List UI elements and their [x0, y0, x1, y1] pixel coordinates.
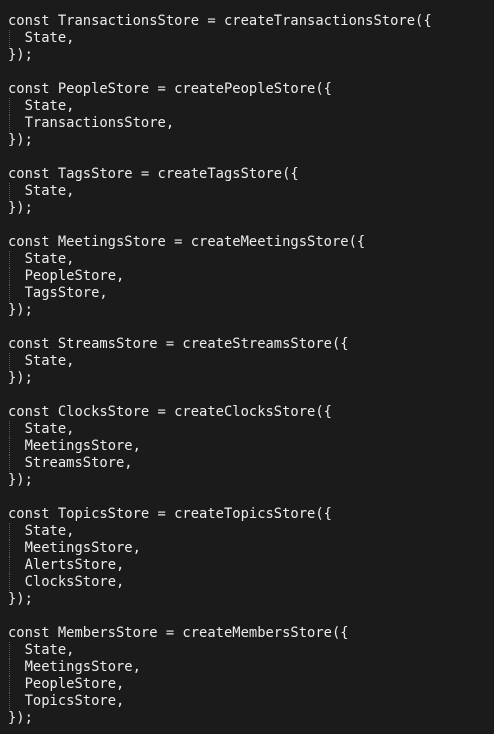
code-content[interactable]: const TransactionsStore = createTransact…	[8, 13, 432, 727]
indent-guide	[9, 285, 10, 302]
code-line: State,	[8, 30, 432, 47]
indent-guide	[9, 421, 10, 438]
code-line: MeetingsStore,	[8, 438, 432, 455]
code-arg: MeetingsStore,	[24, 659, 141, 675]
indent-guide	[9, 574, 10, 591]
indent-guide	[9, 642, 10, 659]
code-line: });	[8, 472, 33, 488]
code-line: State,	[8, 523, 432, 540]
code-line: const TagsStore = createTagsStore({	[8, 166, 299, 182]
code-line: PeopleStore,	[8, 676, 432, 693]
code-arg: State,	[24, 30, 75, 46]
indent-guide	[9, 115, 10, 132]
code-line: State,	[8, 421, 432, 438]
indent-guide	[9, 540, 10, 557]
indent-guide	[9, 183, 10, 200]
code-arg: MeetingsStore,	[24, 540, 141, 556]
code-line: });	[8, 370, 33, 386]
code-line: const TopicsStore = createTopicsStore({	[8, 506, 332, 522]
code-line: MeetingsStore,	[8, 659, 432, 676]
code-line: PeopleStore,	[8, 268, 432, 285]
indent-guide	[9, 268, 10, 285]
code-arg: StreamsStore,	[24, 455, 133, 471]
code-arg: State,	[24, 642, 75, 658]
code-line: });	[8, 302, 33, 318]
indent-guide	[9, 523, 10, 540]
code-line: });	[8, 591, 33, 607]
indent-guide	[9, 98, 10, 115]
code-arg: TopicsStore,	[24, 693, 125, 709]
code-arg: PeopleStore,	[24, 268, 125, 284]
code-arg: ClocksStore,	[24, 574, 125, 590]
code-arg: State,	[24, 353, 75, 369]
indent-guide	[9, 455, 10, 472]
indent-guide	[9, 30, 10, 47]
code-arg: State,	[24, 183, 75, 199]
code-line: ClocksStore,	[8, 574, 432, 591]
code-line: const StreamsStore = createStreamsStore(…	[8, 336, 349, 352]
indent-guide	[9, 659, 10, 676]
indent-guide	[9, 676, 10, 693]
code-line: State,	[8, 642, 432, 659]
code-line: TransactionsStore,	[8, 115, 432, 132]
code-arg: TransactionsStore,	[24, 115, 175, 131]
code-line: const ClocksStore = createClocksStore({	[8, 404, 332, 420]
indent-guide	[9, 251, 10, 268]
code-line: State,	[8, 183, 432, 200]
code-line: State,	[8, 98, 432, 115]
code-line: });	[8, 710, 33, 726]
code-line: const MeetingsStore = createMeetingsStor…	[8, 234, 366, 250]
code-arg: PeopleStore,	[24, 676, 125, 692]
code-arg: State,	[24, 251, 75, 267]
code-line: });	[8, 47, 33, 63]
code-line: const MembersStore = createMembersStore(…	[8, 625, 349, 641]
code-line: State,	[8, 251, 432, 268]
code-arg: State,	[24, 98, 75, 114]
code-line: AlertsStore,	[8, 557, 432, 574]
code-line: const TransactionsStore = createTransact…	[8, 13, 432, 29]
code-line: TopicsStore,	[8, 693, 432, 710]
code-line: });	[8, 132, 33, 148]
code-arg: AlertsStore,	[24, 557, 125, 573]
code-arg: TagsStore,	[24, 285, 108, 301]
code-arg: MeetingsStore,	[24, 438, 141, 454]
code-line: State,	[8, 353, 432, 370]
code-line: });	[8, 200, 33, 216]
code-line: TagsStore,	[8, 285, 432, 302]
code-line: MeetingsStore,	[8, 540, 432, 557]
code-arg: State,	[24, 523, 75, 539]
indent-guide	[9, 438, 10, 455]
indent-guide	[9, 693, 10, 710]
code-editor[interactable]: const TransactionsStore = createTransact…	[0, 0, 494, 734]
code-line: StreamsStore,	[8, 455, 432, 472]
indent-guide	[9, 557, 10, 574]
indent-guide	[9, 353, 10, 370]
code-arg: State,	[24, 421, 75, 437]
code-line: const PeopleStore = createPeopleStore({	[8, 81, 332, 97]
